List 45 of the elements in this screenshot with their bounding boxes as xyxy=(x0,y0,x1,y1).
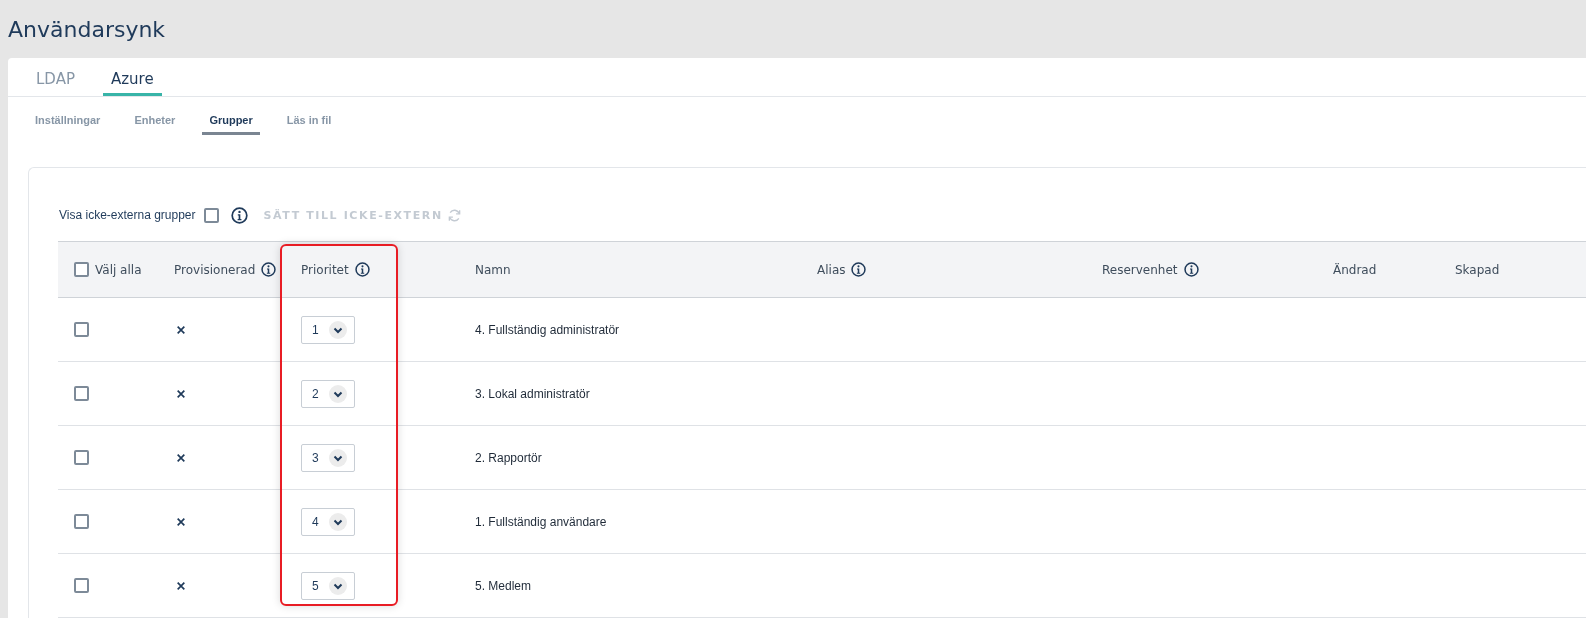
priority-select[interactable]: 4 xyxy=(301,507,355,536)
column-header: Skapad xyxy=(1455,262,1500,277)
select-value: 1 xyxy=(312,322,319,337)
checkbox[interactable] xyxy=(74,386,89,401)
select-value: 5 xyxy=(312,578,319,593)
table-cell: 2. Rapportör xyxy=(475,450,542,465)
column-header: Provisionerad xyxy=(174,262,256,277)
refresh-icon xyxy=(446,207,462,223)
select-value: 4 xyxy=(312,514,319,529)
column-header: Reservenhet xyxy=(1102,262,1178,277)
chevron-down-icon xyxy=(328,448,347,467)
table-cell: 5. Medlem xyxy=(475,578,532,593)
table-cell: 3. Lokal administratör xyxy=(475,386,590,401)
table-cell: 1. Fullständig användare xyxy=(475,514,607,529)
info-icon[interactable] xyxy=(1183,262,1199,277)
checkbox[interactable] xyxy=(203,207,219,223)
info-icon[interactable] xyxy=(261,262,277,277)
priority-select[interactable]: 1 xyxy=(301,315,355,344)
tab[interactable]: Azure xyxy=(102,70,162,96)
select-value: 3 xyxy=(312,450,319,465)
priority-select[interactable]: 2 xyxy=(301,379,355,408)
table-cell: 4. Fullständig administratör xyxy=(475,322,620,337)
subtab[interactable]: Grupper xyxy=(202,111,260,135)
checkbox[interactable] xyxy=(74,262,89,277)
page-title: Användarsynk xyxy=(8,16,166,42)
chevron-down-icon xyxy=(328,320,347,339)
checkbox[interactable] xyxy=(74,514,89,529)
info-icon[interactable] xyxy=(851,262,867,277)
column-header: Prioritet xyxy=(301,262,349,277)
column-header: Alias xyxy=(817,262,846,277)
checkbox[interactable] xyxy=(74,322,89,337)
chevron-down-icon xyxy=(328,384,347,403)
column-header: Välj alla xyxy=(95,262,142,277)
info-icon[interactable] xyxy=(354,262,370,277)
priority-select[interactable]: 3 xyxy=(301,443,355,472)
column-header: Namn xyxy=(475,262,511,277)
select-value: 2 xyxy=(312,386,319,401)
checkbox[interactable] xyxy=(74,450,89,465)
info-icon[interactable] xyxy=(230,206,248,224)
column-header: Ändrad xyxy=(1333,262,1377,277)
checkbox-label: Visa icke-externa grupper xyxy=(59,208,196,222)
chevron-down-icon xyxy=(328,576,347,595)
priority-select[interactable]: 5 xyxy=(301,571,355,600)
checkbox[interactable] xyxy=(74,578,89,593)
chevron-down-icon xyxy=(328,512,347,531)
